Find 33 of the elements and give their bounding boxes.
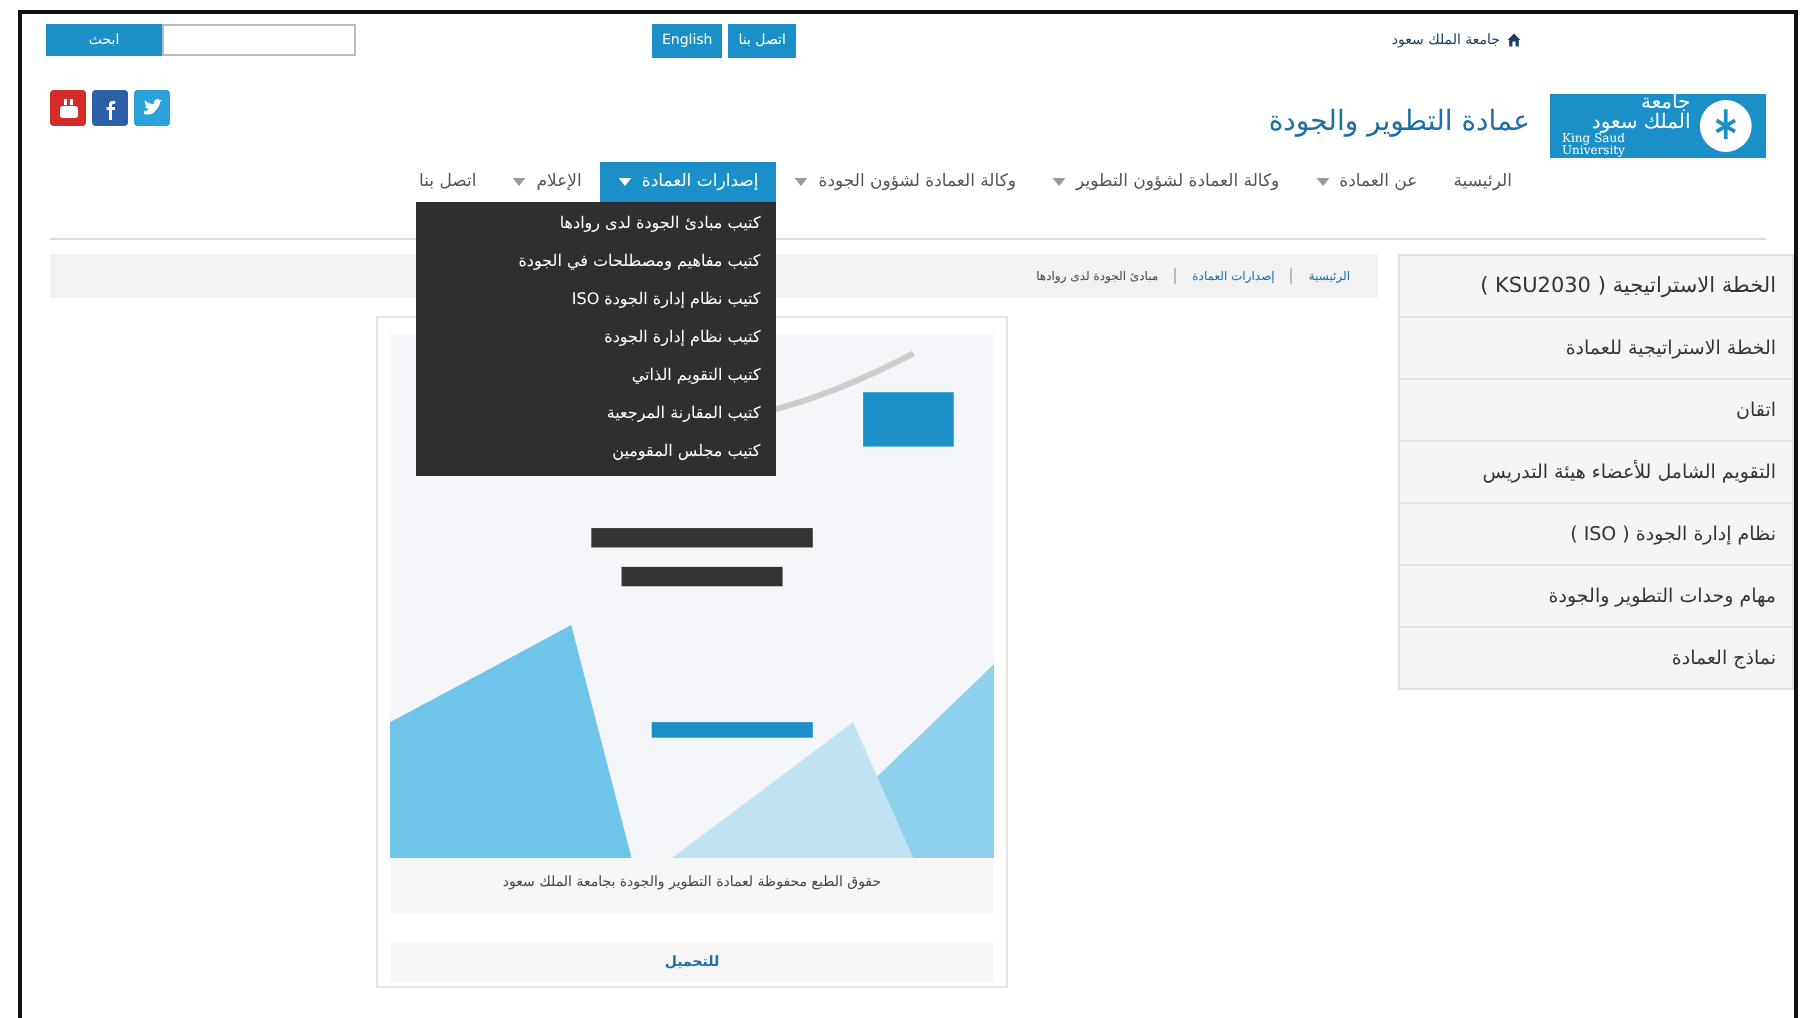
twitter-icon[interactable] <box>134 90 170 126</box>
nav-item[interactable]: الرئيسية <box>1435 162 1530 202</box>
menu-item[interactable]: كتيب المقارنة المرجعية <box>416 396 777 434</box>
menu-item[interactable]: كتيب مجلس المقومين <box>416 434 777 472</box>
caret-icon <box>512 178 527 186</box>
site-title: عمادة التطوير والجودة <box>1266 106 1530 142</box>
nav-item[interactable]: وكالة العمادة لشؤون الجودة <box>776 162 1035 202</box>
sidebar-item[interactable]: التقويم الشامل للأعضاء هيئة التدريس <box>1398 442 1794 504</box>
nav-item[interactable]: عن العمادة <box>1297 162 1436 202</box>
search-field[interactable] <box>162 24 357 56</box>
caret-icon <box>617 178 632 186</box>
facebook-icon[interactable] <box>92 90 128 126</box>
sidebar-item[interactable]: نظام إدارة الجودة ( ISO ) <box>1398 504 1794 566</box>
nav-item[interactable]: الإعلام <box>494 162 600 202</box>
menu-item[interactable]: كتيب نظام إدارة الجودة ISO <box>416 282 777 320</box>
sidebar-item[interactable]: نماذج العمادة <box>1398 628 1794 690</box>
caret-icon <box>1315 178 1330 186</box>
menu-item[interactable]: كتيب التقويم الذاتي <box>416 358 777 396</box>
sidebar-item[interactable]: الخطة الاستراتيجية للعمادة <box>1398 318 1794 380</box>
sidebar-item[interactable]: اتقان <box>1398 380 1794 442</box>
menu-item[interactable]: كتيب مبادئ الجودة لدى روادها <box>416 206 777 244</box>
home-icon <box>1506 32 1522 48</box>
nav-item[interactable]: اتصل بنا <box>400 162 495 202</box>
sidebar-item[interactable]: الخطة الاستراتيجية ( KSU2030 ) <box>1398 254 1794 318</box>
nav-item[interactable]: وكالة العمادة لشؤون التطوير <box>1034 162 1298 202</box>
logo-arabic-text: جامعة <box>1638 94 1691 114</box>
nav-item[interactable]: إصدارات العمادة <box>599 162 777 202</box>
sidebar-item[interactable]: مهام وحدات التطوير والجودة <box>1398 566 1794 628</box>
caret-icon <box>794 178 809 186</box>
menu-item[interactable]: كتيب نظام إدارة الجودة <box>416 320 777 358</box>
caret-icon <box>1052 178 1067 186</box>
logo-arabic-text: الملك سعود <box>1590 114 1691 134</box>
menu-item[interactable]: كتيب مفاهيم ومصطلحات في الجودة <box>416 244 777 282</box>
